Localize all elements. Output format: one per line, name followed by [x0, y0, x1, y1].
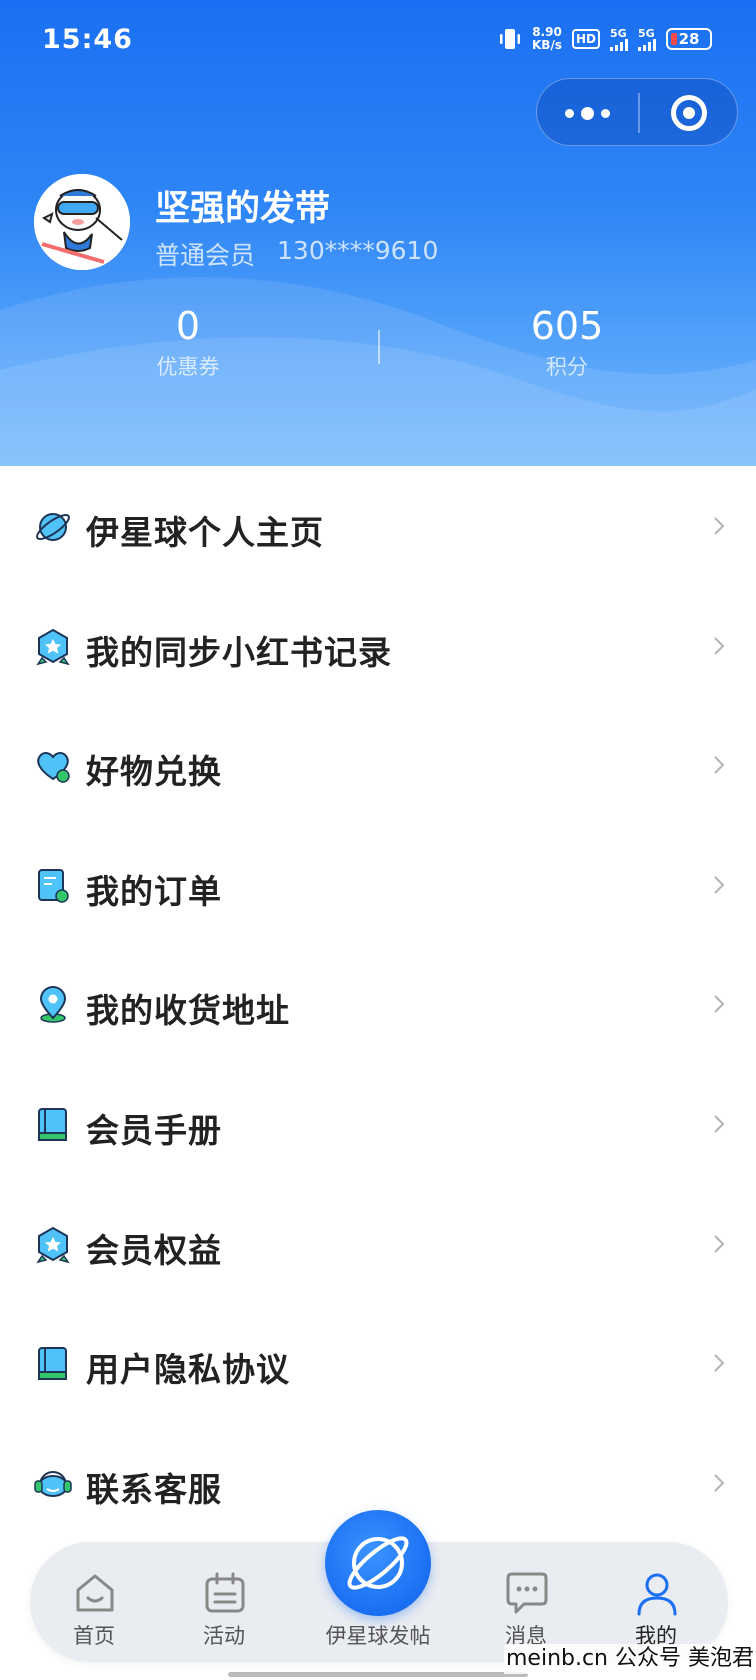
status-bar: 15:46 8.90 KB/s HD 5G 5G 28: [0, 0, 756, 84]
points-label: 积分: [546, 355, 588, 379]
menu-item-label: 会员手册: [86, 1110, 222, 1150]
menu-item-personal-homepage[interactable]: 伊星球个人主页: [0, 466, 756, 586]
order-icon: [38, 868, 69, 903]
menu-item-goods-exchange[interactable]: 好物兑换: [0, 705, 756, 825]
profile-header: 15:46 8.90 KB/s HD 5G 5G 28 坚强的发带 普通会员 1…: [0, 0, 756, 466]
member-info: 普通会员 130****9610: [155, 236, 438, 272]
menu-item-label: 会员权益: [86, 1230, 222, 1270]
menu-item-label: 我的订单: [86, 871, 222, 911]
chevron-right-icon: [714, 876, 725, 894]
badge-icon: [36, 1226, 70, 1263]
signal-bars-icon: [638, 38, 656, 51]
headset-icon: [34, 1470, 72, 1497]
status-time: 15:46: [42, 24, 133, 55]
menu-list: 伊星球个人主页 我的同步小红书记录 好物兑换 我的订单 我的收货地址 会员手册 …: [0, 466, 756, 1542]
close-miniprogram-icon[interactable]: [671, 95, 707, 131]
watermark: meinb.cn 公众号 美泡君: [503, 1644, 756, 1674]
menu-item-privacy-agreement[interactable]: 用户隐私协议: [0, 1303, 756, 1423]
menu-item-my-orders[interactable]: 我的订单: [0, 825, 756, 945]
chevron-right-icon: [714, 636, 725, 655]
chevron-right-icon: [714, 995, 725, 1014]
home-indicator[interactable]: [228, 1672, 528, 1677]
signal-sim1: 5G: [610, 28, 628, 51]
skier-mascot-avatar: [34, 174, 130, 270]
menu-item-label: 我的同步小红书记录: [86, 632, 392, 672]
menu-item-xiaohongshu-sync[interactable]: 我的同步小红书记录: [0, 586, 756, 706]
book-icon: [38, 1347, 67, 1381]
chevron-right-icon: [714, 1115, 725, 1133]
post-button-label: 伊星球发帖: [325, 1624, 431, 1648]
planet-icon: [347, 1536, 409, 1590]
menu-item-member-handbook[interactable]: 会员手册: [0, 1064, 756, 1184]
signal-bars-icon: [610, 38, 628, 51]
tab-home-label: 首页: [73, 1624, 115, 1648]
book-icon: [38, 1107, 67, 1141]
menu-item-label: 用户隐私协议: [86, 1350, 290, 1390]
stats-divider: [378, 330, 380, 364]
user-icon: [637, 1573, 677, 1616]
calendar-icon: [205, 1572, 245, 1613]
battery-indicator: 28: [666, 28, 712, 50]
chevron-right-icon: [714, 1234, 725, 1253]
chevron-right-icon: [714, 1474, 725, 1492]
home-icon: [76, 1574, 114, 1612]
coupon-label: 优惠券: [156, 355, 220, 379]
menu-item-label: 我的收货地址: [86, 991, 290, 1031]
net-speed: 8.90 KB/s: [532, 26, 562, 52]
location-icon: [39, 986, 67, 1024]
coupon-stat[interactable]: 0 优惠券: [68, 303, 308, 381]
points-count: 605: [530, 304, 604, 348]
hd-badge: HD: [571, 29, 600, 49]
menu-item-shipping-address[interactable]: 我的收货地址: [0, 944, 756, 1064]
coupon-count: 0: [175, 304, 201, 348]
avatar[interactable]: [34, 174, 130, 270]
tab-activity-label: 活动: [203, 1624, 245, 1648]
phone-number: 130****9610: [277, 236, 439, 265]
menu-item-label: 伊星球个人主页: [86, 513, 324, 552]
more-options-button[interactable]: [537, 79, 637, 147]
post-button[interactable]: [325, 1510, 431, 1616]
points-stat[interactable]: 605 积分: [447, 303, 687, 381]
member-level: 普通会员: [155, 241, 256, 270]
menu-item-label: 好物兑换: [86, 752, 222, 792]
username: 坚强的发带: [155, 189, 331, 229]
net-speed-unit: KB/s: [532, 38, 562, 52]
status-icons: 8.90 KB/s HD 5G 5G 28: [498, 26, 712, 52]
chevron-right-icon: [714, 1354, 725, 1372]
heart-icon: [37, 752, 70, 783]
vibrate-icon: [500, 29, 520, 49]
chevron-right-icon: [714, 517, 725, 535]
chevron-right-icon: [714, 756, 725, 774]
badge-icon: [36, 628, 70, 665]
message-icon: [506, 1572, 548, 1614]
menu-item-member-benefits[interactable]: 会员权益: [0, 1184, 756, 1304]
planet-icon: [36, 513, 70, 541]
tab-home[interactable]: 首页: [34, 1542, 154, 1662]
signal-sim1-label: 5G: [610, 26, 627, 40]
menu-item-label: 联系客服: [86, 1469, 222, 1509]
miniprogram-capsule: [536, 78, 738, 146]
tab-activity[interactable]: 活动: [164, 1542, 284, 1662]
signal-sim2: 5G: [638, 28, 656, 51]
signal-sim2-label: 5G: [638, 26, 655, 40]
